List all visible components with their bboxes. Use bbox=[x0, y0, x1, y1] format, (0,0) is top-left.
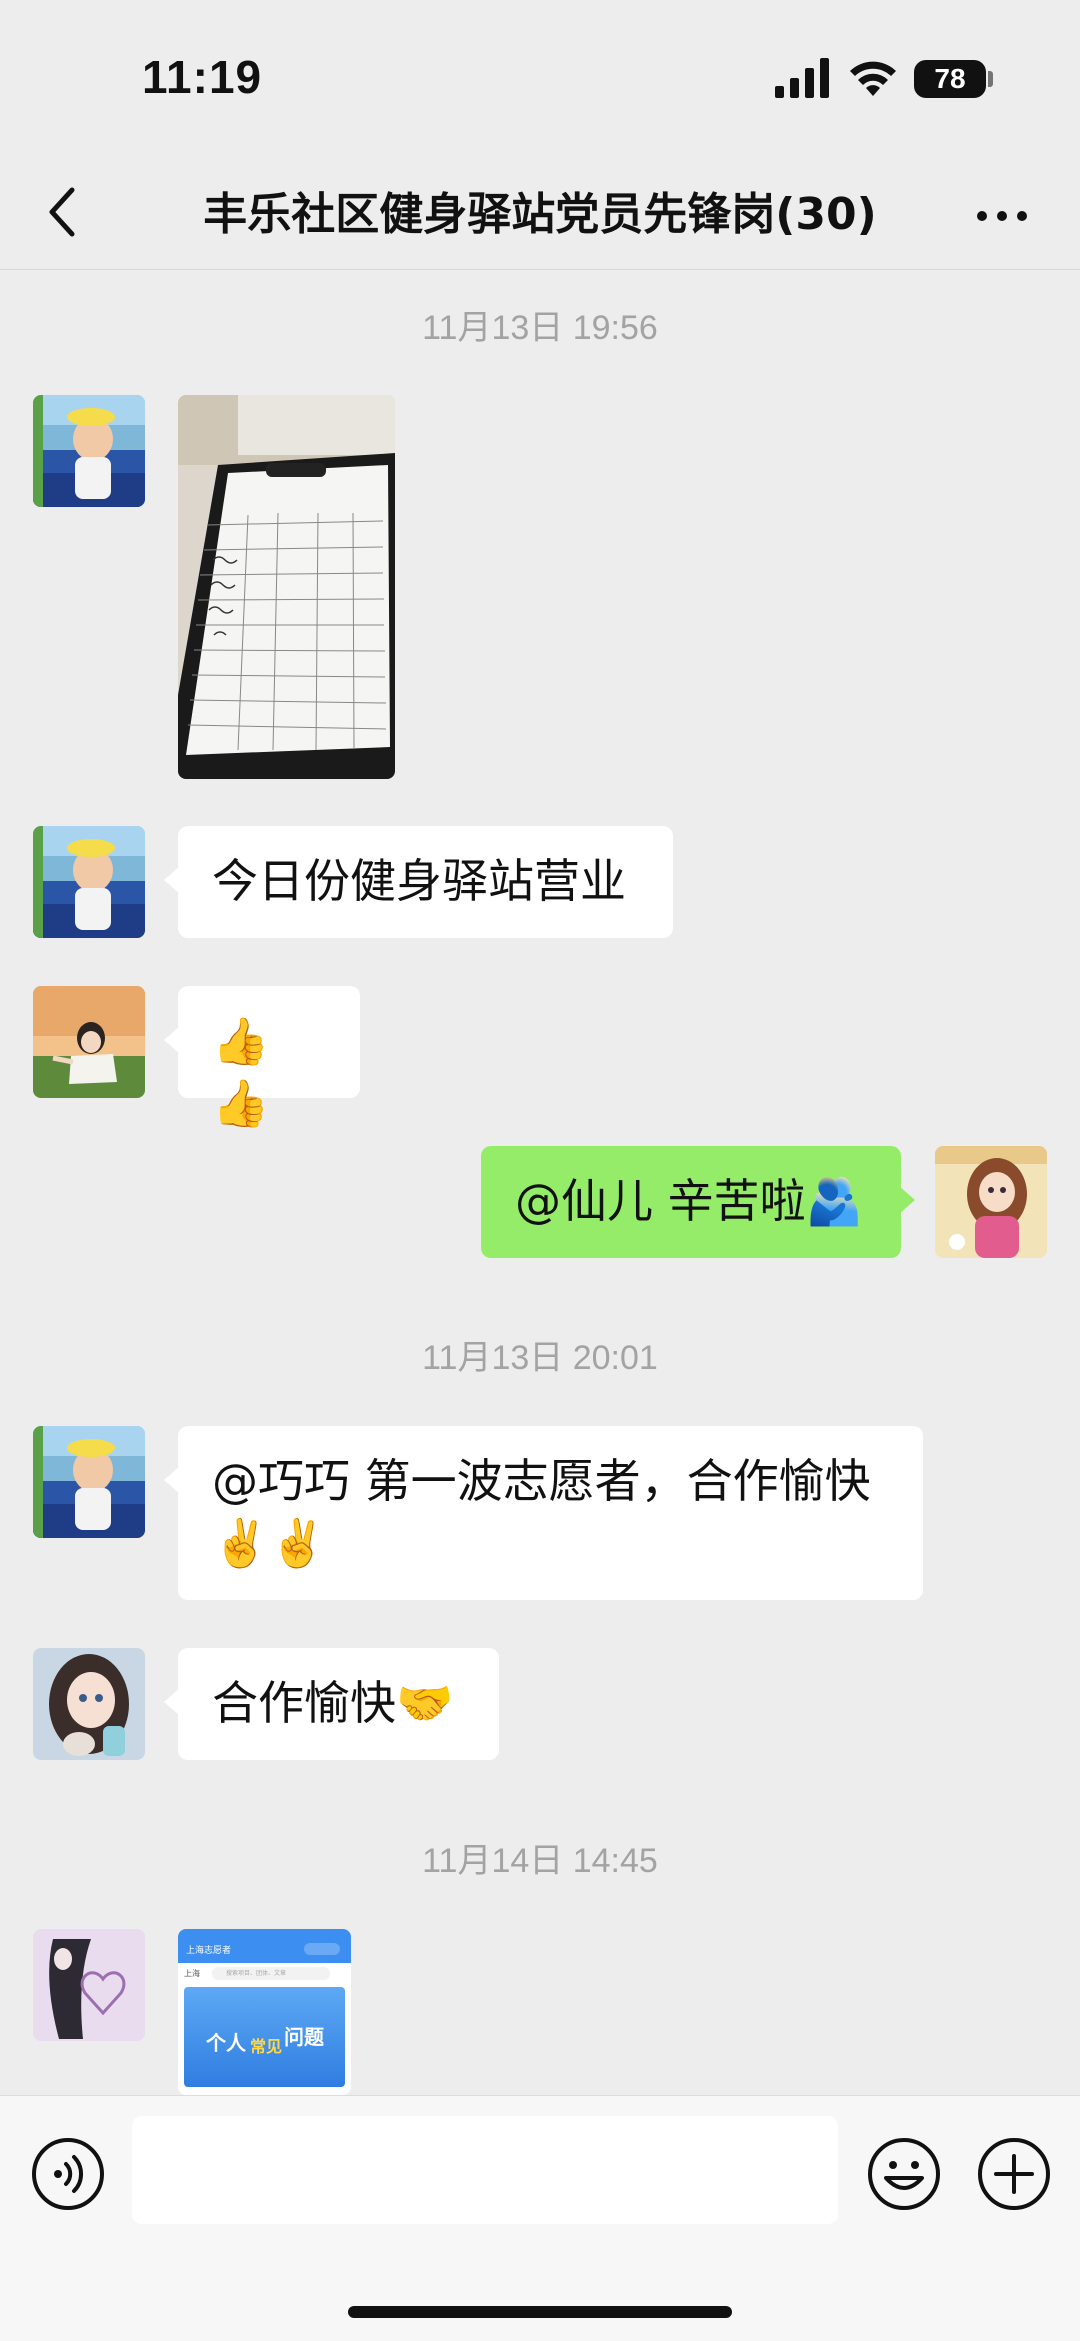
status-time: 11:19 bbox=[142, 51, 263, 103]
boy-avatar-icon bbox=[33, 1426, 145, 1538]
thumb-search: 搜索项目、团体、文章 bbox=[212, 1967, 330, 1980]
image-message[interactable]: 上海志愿者 上海 搜索项目、团体、文章 个人 常见 问题 bbox=[178, 1929, 351, 2095]
battery-tip bbox=[988, 71, 993, 87]
clipboard-photo-icon bbox=[178, 395, 395, 779]
avatar[interactable] bbox=[33, 1929, 145, 2041]
thumb-banner-c: 问题 bbox=[284, 2025, 324, 2049]
thumb-banner-b: 常见 bbox=[250, 2037, 283, 2056]
thumb-header: 上海志愿者 bbox=[178, 1929, 351, 1963]
chat-header: 丰乐社区健身驿站党员先锋岗(30) bbox=[0, 160, 1080, 270]
wifi-icon bbox=[850, 61, 896, 96]
avatar[interactable] bbox=[33, 395, 145, 507]
message-text: ✌️✌️ bbox=[212, 1516, 327, 1570]
thumb-app-title: 上海志愿者 bbox=[186, 1946, 232, 1956]
avatar[interactable] bbox=[33, 986, 145, 1098]
message-bubble[interactable]: @巧巧 第一波志愿者，合作愉快 ✌️✌️ bbox=[164, 1426, 923, 1600]
more-icon[interactable] bbox=[972, 196, 1032, 236]
message-bubble[interactable]: 合作愉快🤝 bbox=[164, 1648, 499, 1760]
avatar[interactable] bbox=[33, 826, 145, 938]
voice-icon[interactable] bbox=[30, 2136, 106, 2212]
avatar[interactable] bbox=[33, 1648, 145, 1760]
message-timestamp: 11月13日 19:56 bbox=[422, 309, 658, 347]
doll-avatar-icon bbox=[935, 1146, 1047, 1258]
chat-title: 丰乐社区健身驿站党员先锋岗(30) bbox=[203, 189, 877, 240]
thumb-banner: 个人 常见 问题 bbox=[184, 1987, 345, 2087]
status-bar: 11:19 78 bbox=[0, 0, 1080, 160]
avatar[interactable] bbox=[33, 1426, 145, 1538]
girl-field-avatar-icon bbox=[33, 986, 145, 1098]
signal-icon bbox=[775, 58, 829, 98]
image-message[interactable] bbox=[178, 395, 395, 779]
input-bar bbox=[0, 2095, 1080, 2341]
message-text: 👍👍 bbox=[212, 1014, 270, 1130]
thumb-search-row: 上海 搜索项目、团体、文章 bbox=[184, 1967, 345, 1981]
anime-girl-avatar-icon bbox=[33, 1648, 145, 1760]
message-bubble[interactable]: 👍👍 bbox=[164, 986, 360, 1130]
message-text: 合作愉快🤝 bbox=[212, 1676, 454, 1730]
my-avatar[interactable] bbox=[935, 1146, 1047, 1258]
thumb-region: 上海 bbox=[184, 1969, 200, 1978]
boy-avatar-icon bbox=[33, 395, 145, 507]
thumb-banner-a: 个人 bbox=[206, 2031, 246, 2055]
message-text: 今日份健身驿站营业 bbox=[212, 854, 626, 908]
message-text: @巧巧 第一波志愿者，合作愉快 bbox=[212, 1454, 871, 1508]
message-bubble[interactable]: 今日份健身驿站营业 bbox=[164, 826, 673, 938]
emoji-icon[interactable] bbox=[866, 2136, 942, 2212]
message-input[interactable] bbox=[132, 2116, 838, 2224]
back-icon[interactable] bbox=[38, 182, 88, 242]
plus-icon[interactable] bbox=[976, 2136, 1052, 2212]
message-text: @仙儿 辛苦啦🫂 bbox=[515, 1174, 863, 1228]
boy-avatar-icon bbox=[33, 826, 145, 938]
home-indicator[interactable] bbox=[348, 2306, 732, 2318]
battery-indicator: 78 bbox=[914, 60, 986, 98]
message-bubble-self[interactable]: @仙儿 辛苦啦🫂 bbox=[481, 1146, 915, 1258]
message-timestamp: 11月13日 20:01 bbox=[422, 1339, 658, 1377]
message-timestamp: 11月14日 14:45 bbox=[422, 1842, 658, 1880]
heart-girl-avatar-icon bbox=[33, 1929, 145, 2041]
thumb-capsule bbox=[304, 1943, 340, 1955]
